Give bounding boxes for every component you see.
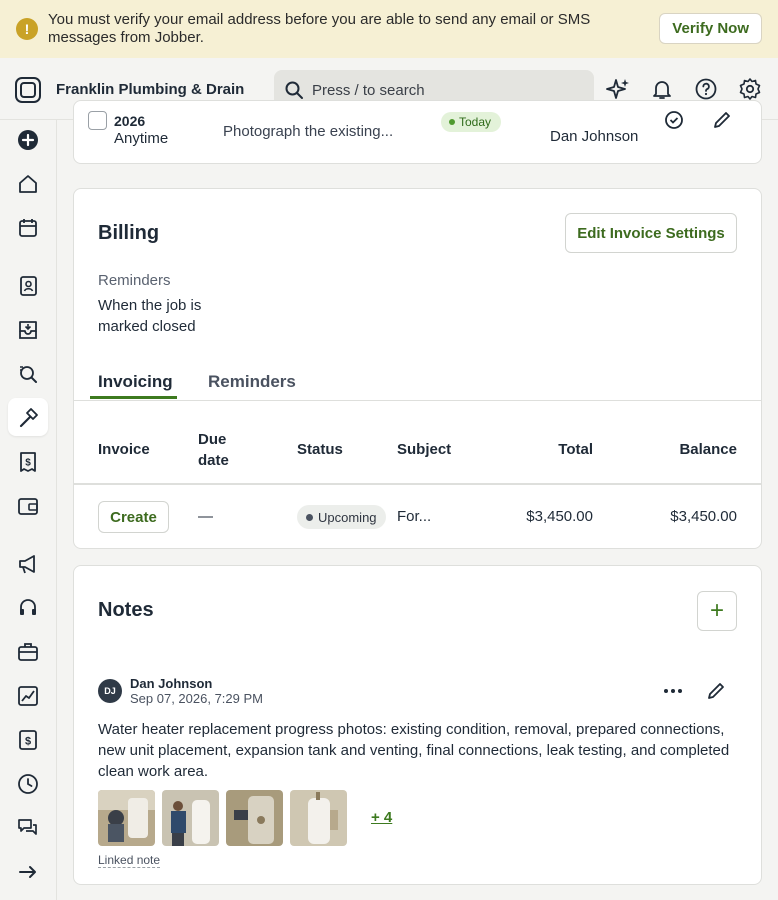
inbox-icon[interactable] [17,319,39,341]
visit-time: Anytime [114,130,169,147]
table-header-divider [74,483,761,485]
visit-row-card: 2026 Anytime Photograph the existing... … [73,100,762,164]
contacts-icon[interactable] [17,275,39,297]
photo-thumbnail-2[interactable] [162,790,219,846]
invoice-balance: $3,450.00 [670,508,737,525]
wallet-icon[interactable] [17,495,39,517]
col-due-date: Due date [198,431,229,469]
banner-message: You must verify your email address befor… [48,11,591,46]
verify-now-button[interactable]: Verify Now [659,13,762,44]
complete-visit-icon[interactable] [663,109,685,131]
edit-invoice-settings-button[interactable]: Edit Invoice Settings [565,213,737,253]
tab-invoicing[interactable]: Invoicing [98,372,173,392]
verify-email-banner: ! You must verify your email address bef… [0,0,778,58]
plus-circle-icon[interactable] [17,129,39,151]
jobber-logo-icon[interactable] [15,77,41,103]
search-placeholder: Press / to search [312,81,425,99]
gear-icon[interactable] [738,77,762,101]
hammer-icon[interactable] [17,407,39,429]
billing-title: Billing [98,222,160,244]
chat-icon[interactable] [17,817,39,839]
col-balance: Balance [679,441,737,458]
col-total: Total [558,441,593,458]
visit-status-badge: Today [441,112,502,132]
clock-icon[interactable] [17,773,39,795]
more-options-icon[interactable] [662,680,684,702]
col-subject: Subject [397,441,452,458]
bell-icon[interactable] [650,77,674,101]
col-status: Status [297,441,343,458]
add-note-button[interactable]: + [697,591,737,631]
tab-reminders[interactable]: Reminders [208,372,296,392]
linked-note-label[interactable]: Linked note [98,853,161,868]
dollar-doc-icon[interactable]: $ [17,729,39,751]
calendar-icon[interactable] [17,217,39,239]
sparkle-icon[interactable] [606,77,630,101]
svg-text:$: $ [25,736,31,748]
photo-thumbnail-4[interactable] [290,790,347,846]
quote-icon[interactable] [17,363,39,385]
billing-card: Billing Edit Invoice Settings Reminders … [73,188,762,549]
company-name[interactable]: Franklin Plumbing & Drain [56,81,244,98]
home-icon[interactable] [17,173,39,195]
invoice-total: $3,450.00 [526,508,593,525]
create-invoice-button[interactable]: Create [98,501,169,533]
notes-title: Notes [98,599,154,621]
invoice-status-badge: Upcoming [297,505,386,529]
visit-assignee: Dan Johnson [550,128,639,145]
edit-visit-icon[interactable] [711,109,733,131]
note-date: Sep 07, 2026, 7:29 PM [130,691,263,706]
tabs-divider [74,400,761,401]
svg-text:$: $ [25,458,31,469]
note-body: Water heater replacement progress photos… [98,721,730,780]
reminders-label: Reminders [98,272,171,289]
arrow-right-icon[interactable] [17,861,39,883]
photo-thumbnail-1[interactable] [98,790,155,846]
search-icon [285,81,303,99]
briefcase-icon[interactable] [17,641,39,663]
photo-thumbnail-3[interactable] [226,790,283,846]
reminders-value: When the job is marked closed [98,297,202,335]
notes-card: Notes + DJ Dan Johnson Sep 07, 2026, 7:2… [73,565,762,885]
edit-note-icon[interactable] [705,680,727,702]
left-sidebar: $ $ [0,120,57,900]
visit-description: Photograph the existing... [223,123,394,140]
megaphone-icon[interactable] [17,553,39,575]
invoice-subject: For... [397,508,432,525]
avatar: DJ [98,679,122,703]
invoice-due-date: — [198,508,213,525]
more-photos-link[interactable]: + 4 [371,809,392,826]
headset-icon[interactable] [17,597,39,619]
visit-complete-checkbox[interactable] [88,111,107,130]
col-invoice: Invoice [98,441,150,458]
help-icon[interactable] [694,77,718,101]
chart-icon[interactable] [17,685,39,707]
active-tab-indicator [90,396,177,399]
visit-year: 2026 [114,113,146,129]
warning-icon: ! [16,18,38,40]
invoice-icon[interactable]: $ [17,451,39,473]
note-author: Dan Johnson [130,676,213,691]
